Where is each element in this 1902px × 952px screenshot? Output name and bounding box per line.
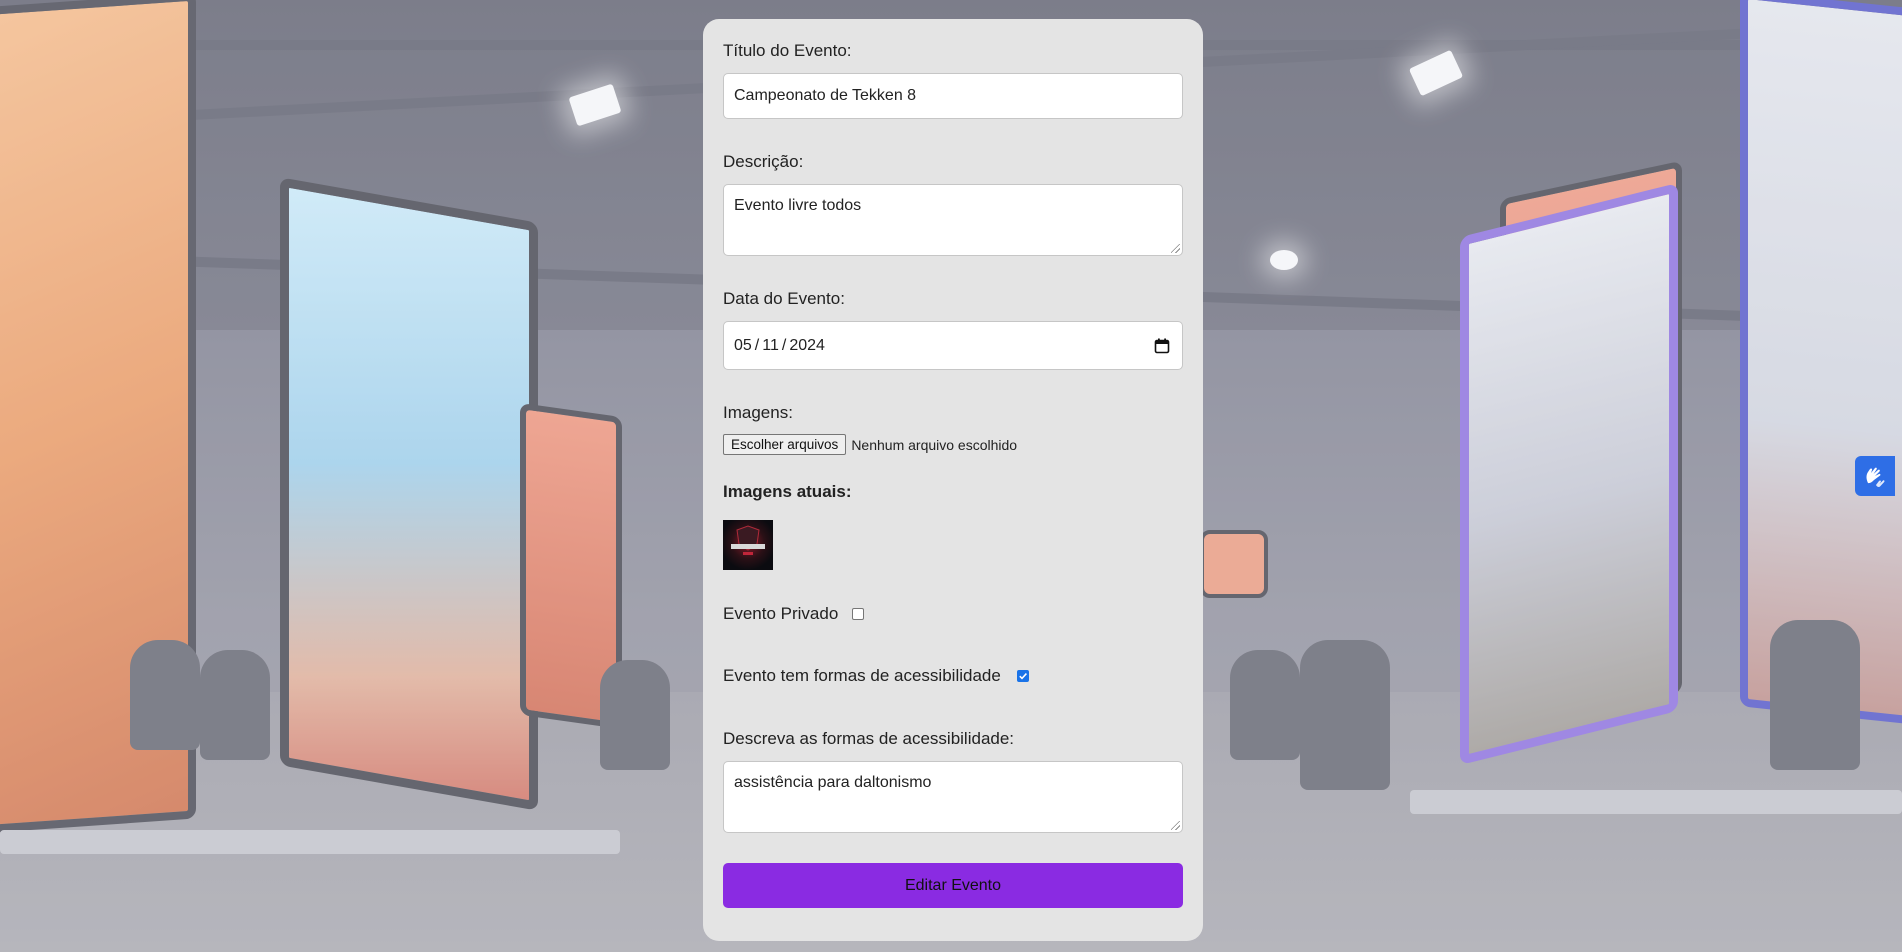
current-images-label: Imagens atuais: [723, 482, 852, 501]
private-event-label: Evento Privado [723, 604, 839, 623]
file-picker: Escolher arquivos Nenhum arquivo escolhi… [723, 434, 1183, 455]
file-status-text: Nenhum arquivo escolhido [851, 436, 1018, 453]
checkmark-icon [1019, 673, 1027, 680]
accessibility-description-value: assistência para daltonismo [734, 774, 932, 791]
private-event-checkbox[interactable] [852, 608, 865, 620]
description-value: Evento livre todos [734, 197, 862, 214]
choose-files-button[interactable]: Escolher arquivos [723, 434, 847, 455]
accessibility-label: Evento tem formas de acessibilidade [723, 666, 1001, 685]
resize-grip-icon[interactable] [1171, 821, 1180, 830]
event-thumbnail [723, 520, 773, 570]
event-title-value: Campeonato de Tekken 8 [734, 87, 917, 104]
date-year[interactable]: 2024 [789, 337, 825, 354]
calendar-icon[interactable] [1154, 338, 1170, 354]
event-title-input[interactable]: Campeonato de Tekken 8 [723, 73, 1183, 119]
tekken-logo-icon [723, 520, 773, 570]
accessibility-checkbox[interactable] [1016, 670, 1029, 682]
private-event-row: Evento Privado [723, 604, 1183, 624]
description-textarea[interactable]: Evento livre todos [723, 184, 1183, 256]
accessibility-row: Evento tem formas de acessibilidade [723, 666, 1183, 686]
date-value: 05/11/2024 [734, 337, 825, 354]
event-date-label: Data do Evento: [723, 289, 845, 308]
accessibility-description-label: Descreva as formas de acessibilidade: [723, 729, 1015, 748]
edit-event-button[interactable]: Editar Evento [723, 863, 1183, 908]
date-day[interactable]: 05 [734, 337, 752, 354]
date-month[interactable]: 11 [762, 337, 779, 354]
event-title-label: Título do Evento: [723, 41, 852, 60]
accessibility-widget-button[interactable] [1855, 456, 1895, 496]
images-label: Imagens: [723, 403, 793, 422]
accessibility-description-textarea[interactable]: assistência para daltonismo [723, 761, 1183, 833]
description-label: Descrição: [723, 152, 804, 171]
resize-grip-icon[interactable] [1171, 244, 1180, 253]
edit-event-form: Título do Evento: Campeonato de Tekken 8… [703, 19, 1203, 941]
event-date-input[interactable]: 05/11/2024 [723, 321, 1183, 370]
sign-language-icon [1866, 467, 1885, 487]
